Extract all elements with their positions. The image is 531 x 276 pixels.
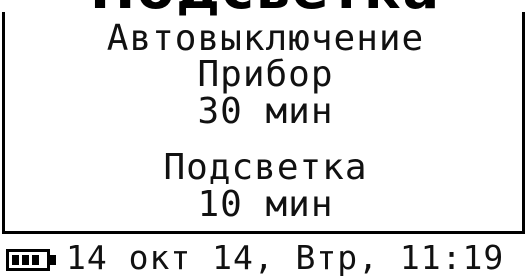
battery-icon bbox=[6, 249, 50, 271]
status-datetime: 14 окт 14, Втр, 11:19 bbox=[66, 238, 505, 276]
battery-cell bbox=[22, 255, 29, 265]
backlight-setting-value[interactable]: 10 мин bbox=[0, 186, 531, 224]
battery-cell bbox=[12, 255, 19, 265]
auto-off-label: Автовыключение bbox=[106, 18, 425, 59]
status-bar: 14 окт 14, Втр, 11:19 bbox=[0, 240, 531, 276]
backlight-setting-label[interactable]: Подсветка bbox=[0, 149, 531, 187]
battery-cell bbox=[32, 255, 39, 265]
lcd-screen: Подсветка Автовыключение Прибор 30 мин П… bbox=[0, 0, 531, 276]
battery-tip bbox=[50, 255, 56, 265]
device-setting-label[interactable]: Прибор bbox=[0, 56, 531, 94]
device-setting-value[interactable]: 30 мин bbox=[0, 93, 531, 131]
